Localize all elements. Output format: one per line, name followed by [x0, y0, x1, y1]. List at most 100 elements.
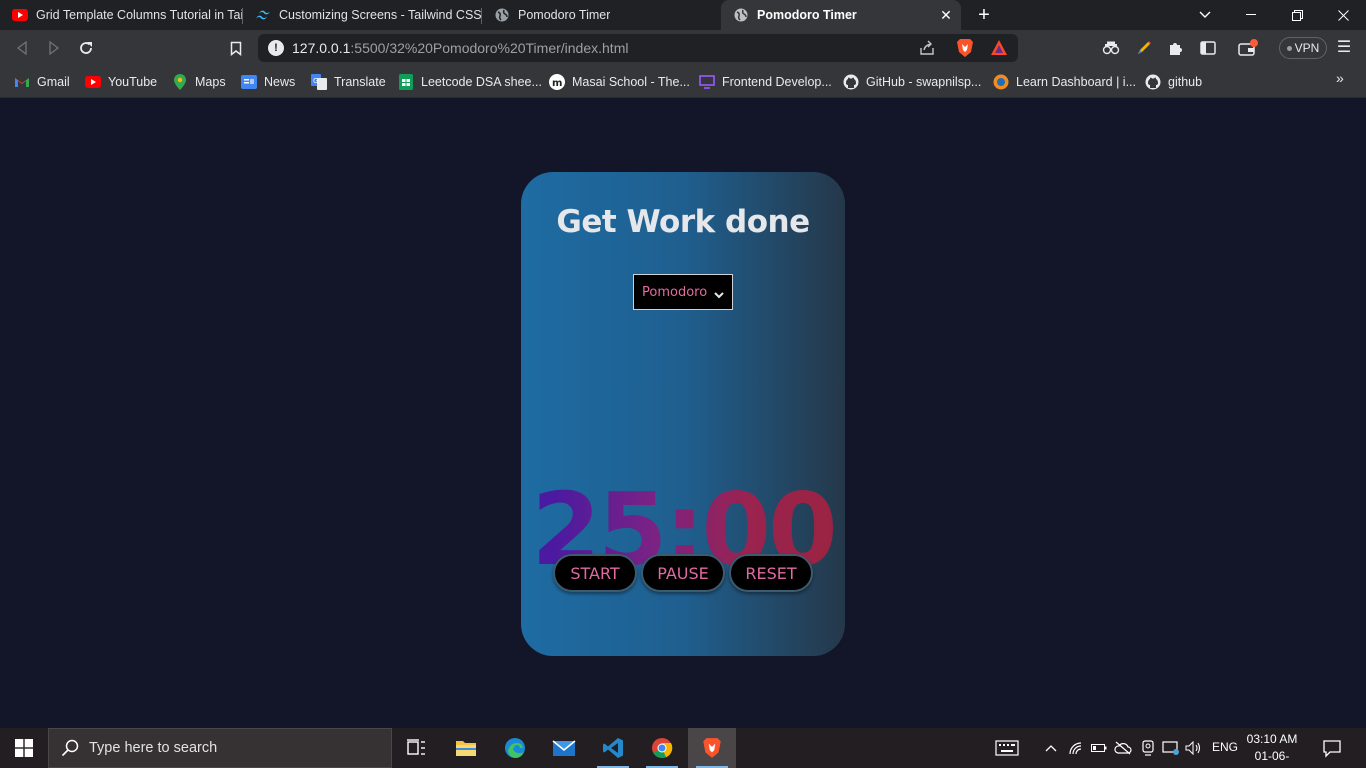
restore-button[interactable] [1274, 0, 1320, 30]
youtube-icon [85, 74, 101, 90]
share-icon[interactable] [918, 39, 936, 57]
tab-customizing-screens[interactable]: Customizing Screens - Tailwind CSS [243, 0, 481, 30]
reset-button[interactable]: RESET [729, 554, 813, 592]
extensions-puzzle-icon[interactable] [1166, 38, 1186, 58]
bookmark-label: Maps [195, 75, 226, 89]
battery-icon[interactable] [1089, 738, 1109, 758]
task-view-button[interactable] [392, 728, 440, 768]
vpn-button[interactable]: VPN [1279, 37, 1327, 59]
bookmark-translate[interactable]: G Translate [311, 72, 386, 92]
display-icon[interactable] [1161, 738, 1181, 758]
maps-icon [172, 74, 188, 90]
bookmark-masai[interactable]: m Masai School - The... [549, 72, 690, 92]
bookmark-label: Frontend Develop... [722, 75, 832, 89]
chrome-icon [652, 738, 673, 759]
bookmark-maps[interactable]: Maps [172, 72, 226, 92]
bookmark-leetcode-sheet[interactable]: Leetcode DSA shee... [398, 72, 542, 92]
folder-icon [456, 741, 476, 756]
tab-strip: Grid Template Columns Tutorial in Tailwi… [0, 0, 1366, 30]
bookmark-learn-dashboard[interactable]: Learn Dashboard | i... [993, 72, 1136, 92]
notification-center-icon[interactable] [1322, 738, 1342, 758]
tab-pomodoro-1[interactable]: Pomodoro Timer [482, 0, 720, 30]
translate-icon: G [311, 74, 327, 90]
webcam-icon[interactable] [1138, 738, 1158, 758]
brave-shields-icon[interactable] [956, 38, 974, 58]
page-viewport: Get Work done Pomodoro 25:00 START PAUSE… [0, 98, 1366, 728]
pomodoro-card: Get Work done Pomodoro 25:00 START PAUSE… [521, 172, 845, 656]
start-menu-button[interactable] [0, 728, 48, 768]
vscode-app[interactable] [589, 728, 637, 768]
brave-icon [703, 738, 721, 758]
bookmark-label: Learn Dashboard | i... [1016, 75, 1136, 89]
chevron-down-icon [714, 288, 724, 299]
wifi-icon[interactable] [1066, 738, 1086, 758]
url-text: 127.0.0.1:5500/32%20Pomodoro%20Timer/ind… [292, 40, 629, 56]
cloud-offline-icon[interactable] [1113, 738, 1133, 758]
bookmark-gmail[interactable]: Gmail [14, 72, 70, 92]
globe-icon [494, 7, 510, 23]
file-explorer-app[interactable] [442, 728, 490, 768]
back-button[interactable] [10, 36, 34, 60]
main-menu-icon[interactable]: ☰ [1334, 38, 1354, 58]
search-placeholder: Type here to search [89, 740, 218, 756]
bookmark-github[interactable]: github [1145, 72, 1202, 92]
volume-icon[interactable] [1184, 738, 1204, 758]
task-view-icon [407, 739, 425, 755]
edge-icon [505, 738, 525, 758]
tailwind-icon [255, 7, 271, 23]
chevron-up-icon[interactable] [1041, 738, 1061, 758]
tab-label: Pomodoro Timer [518, 8, 611, 22]
brave-rewards-icon[interactable] [990, 39, 1008, 57]
address-bar[interactable]: ! 127.0.0.1:5500/32%20Pomodoro%20Timer/i… [258, 34, 1018, 62]
chrome-app[interactable] [638, 728, 686, 768]
browser-toolbar: ! 127.0.0.1:5500/32%20Pomodoro%20Timer/i… [0, 30, 1366, 66]
extension-pen-icon[interactable] [1134, 38, 1154, 58]
close-tab-icon[interactable]: ✕ [937, 6, 955, 24]
clock-date: 01-06-2023 [1254, 749, 1290, 768]
bookmark-github-repo[interactable]: GitHub - swapnilsp... [843, 72, 981, 92]
learn-icon [993, 74, 1009, 90]
forward-button[interactable] [42, 36, 66, 60]
tab-search-chevron-icon[interactable] [1182, 0, 1228, 30]
edge-app[interactable] [491, 728, 539, 768]
search-icon [61, 739, 79, 757]
tab-grid-template[interactable]: Grid Template Columns Tutorial in Tailwi… [0, 0, 242, 30]
svg-text:G: G [313, 77, 318, 85]
bookmark-icon[interactable] [224, 36, 248, 60]
bookmark-label: Gmail [37, 75, 70, 89]
bookmarks-overflow-icon[interactable]: » [1336, 70, 1344, 86]
bookmark-label: Leetcode DSA shee... [421, 75, 542, 89]
bookmark-youtube[interactable]: YouTube [85, 72, 157, 92]
taskbar-clock[interactable]: 03:10 AM 01-06-2023 [1244, 731, 1300, 768]
bookmark-label: News [264, 75, 296, 89]
bookmark-label: Translate [334, 75, 386, 89]
taskbar-search-input[interactable]: Type here to search [48, 728, 392, 768]
reload-button[interactable] [74, 36, 98, 60]
globe-icon [733, 7, 749, 23]
tab-label: Customizing Screens - Tailwind CSS [279, 8, 481, 22]
mode-select[interactable]: Pomodoro [633, 274, 733, 310]
tab-pomodoro-active[interactable]: Pomodoro Timer ✕ [721, 0, 961, 30]
site-info-icon[interactable]: ! [268, 40, 284, 56]
pause-button[interactable]: PAUSE [641, 554, 725, 592]
language-indicator[interactable]: ENG [1212, 740, 1238, 754]
start-button[interactable]: START [553, 554, 637, 592]
extension-incognito-icon[interactable] [1101, 38, 1121, 58]
vpn-label: VPN [1294, 41, 1320, 55]
minimize-button[interactable] [1228, 0, 1274, 30]
touch-keyboard-icon[interactable] [995, 738, 1019, 758]
bookmark-news[interactable]: News [241, 72, 295, 92]
wallet-icon[interactable] [1238, 38, 1258, 58]
bookmark-frontend[interactable]: Frontend Develop... [699, 72, 832, 92]
tab-label: Grid Template Columns Tutorial in Tailwi… [36, 8, 242, 22]
mail-app[interactable] [540, 728, 588, 768]
page-title: Get Work done [556, 204, 810, 240]
brave-app[interactable] [688, 728, 736, 768]
new-tab-button[interactable]: + [973, 4, 995, 26]
masai-icon: m [549, 74, 565, 90]
sidebar-icon[interactable] [1198, 38, 1218, 58]
vpn-status-dot [1286, 45, 1292, 51]
close-window-button[interactable] [1320, 0, 1366, 30]
youtube-icon [12, 7, 28, 23]
bookmarks-bar: Gmail YouTube Maps News G Translate Leet… [0, 66, 1366, 98]
